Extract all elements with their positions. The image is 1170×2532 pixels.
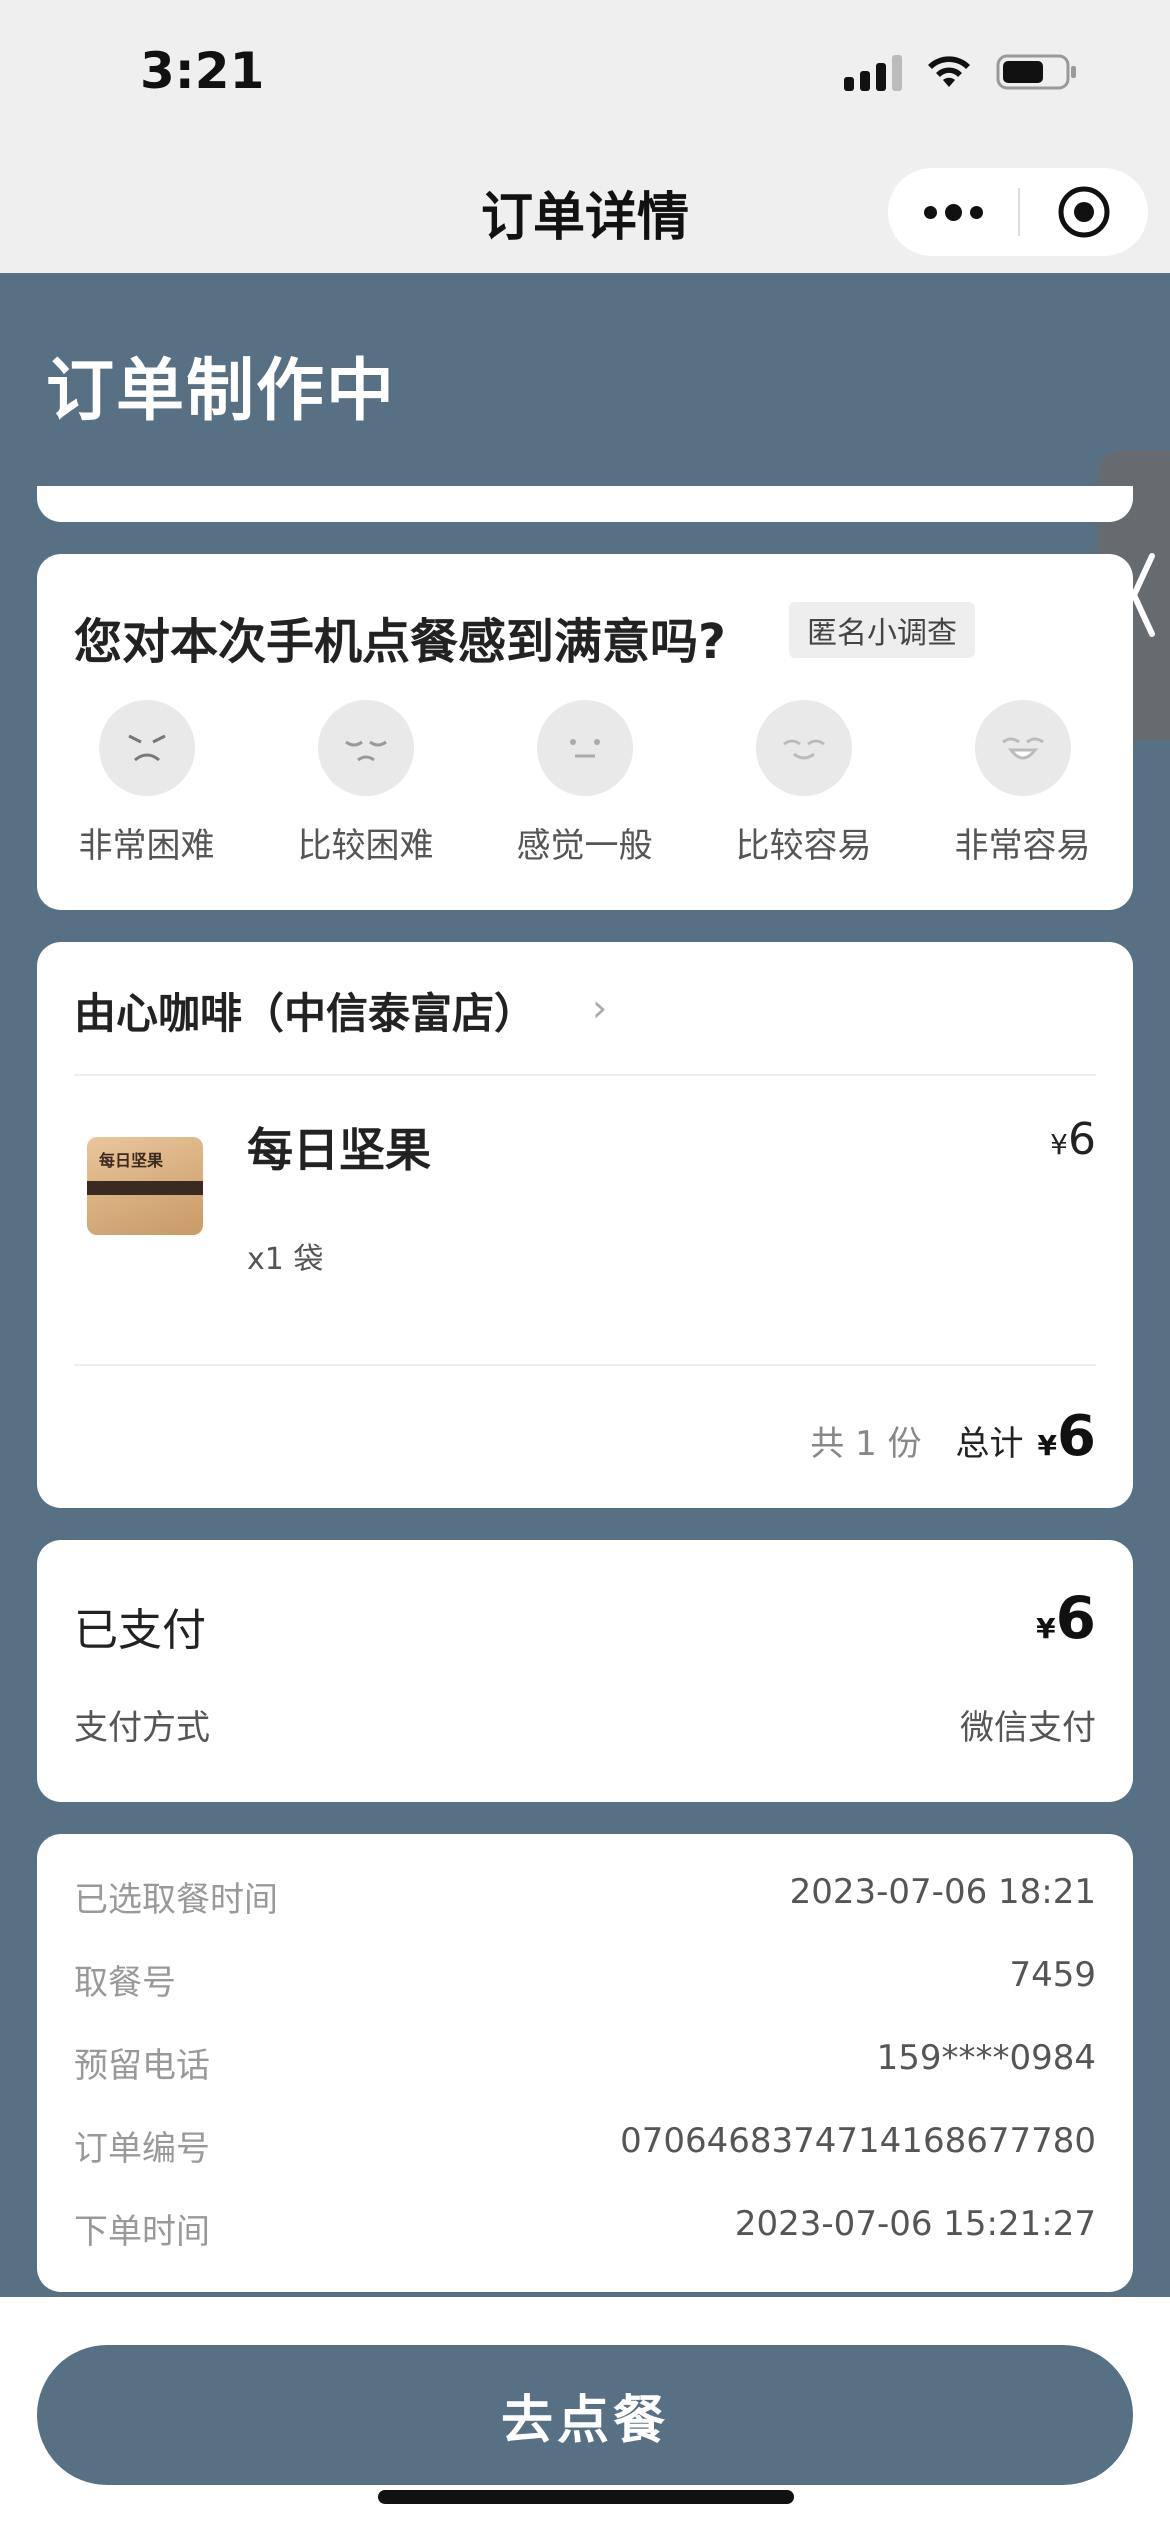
survey-card: 您对本次手机点餐感到满意吗? 匿名小调查 非常困难 比较困难 感觉一般 比较容易 (37, 554, 1133, 910)
product-quantity: x1 袋 (247, 1242, 324, 1277)
detail-label: 已选取餐时间 (74, 1880, 278, 1920)
detail-label: 取餐号 (74, 1963, 176, 2003)
smile-face-icon (755, 700, 852, 796)
detail-value: 159****0984 (876, 2038, 1096, 2078)
product-image-band (87, 1181, 203, 1195)
status-time: 3:21 (140, 42, 265, 100)
detail-value: 2023-07-06 18:21 (789, 1872, 1096, 1912)
divider (74, 1074, 1096, 1076)
survey-option-very-hard[interactable]: 非常困难 (37, 700, 256, 867)
survey-tag: 匿名小调查 (789, 602, 975, 658)
status-icons (844, 52, 1078, 92)
collapsed-card (37, 486, 1133, 522)
order-details-card: 已选取餐时间 2023-07-06 18:21 取餐号 7459 预留电话 15… (37, 1834, 1133, 2292)
wifi-icon (924, 53, 974, 91)
product-price: ¥6 (1050, 1114, 1096, 1165)
total-amount: ¥6 (1038, 1404, 1096, 1469)
more-icon[interactable] (888, 168, 1018, 256)
angry-face-icon (98, 700, 195, 796)
status-bar: 3:21 (0, 0, 1170, 150)
payment-status: 已支付 (74, 1605, 206, 1656)
order-status-title: 订单制作中 (46, 352, 397, 431)
survey-option-label: 非常容易 (954, 826, 1091, 866)
total-label: 总计 (955, 1424, 1024, 1464)
miniprogram-capsule (888, 168, 1148, 256)
currency-symbol: ¥ (1036, 1612, 1056, 1645)
detail-row-phone: 预留电话 159****0984 (74, 2038, 1096, 2087)
survey-options: 非常困难 比较困难 感觉一般 比较容易 非常容易 (37, 700, 1133, 867)
store-name[interactable]: 由心咖啡（中信泰富店） (74, 980, 536, 1041)
order-items-card: 由心咖啡（中信泰富店） › 每日坚果 每日坚果 x1 袋 ¥6 共 1 份 总计… (37, 942, 1133, 1508)
detail-label: 订单编号 (74, 2129, 210, 2169)
total-row: 共 1 份 总计 ¥6 (810, 1404, 1096, 1469)
close-miniprogram-icon[interactable] (1020, 168, 1148, 256)
payment-amount-value: 6 (1055, 1584, 1096, 1652)
product-image: 每日坚果 (87, 1137, 203, 1235)
detail-label: 下单时间 (74, 2212, 210, 2252)
survey-option-label: 比较困难 (297, 826, 434, 866)
payment-method-label: 支付方式 (74, 1708, 210, 1748)
detail-row-order-time: 下单时间 2023-07-06 15:21:27 (74, 2204, 1096, 2253)
survey-option-label: 感觉一般 (516, 826, 653, 866)
survey-question: 您对本次手机点餐感到满意吗? (74, 614, 726, 670)
detail-row-pickup-time: 已选取餐时间 2023-07-06 18:21 (74, 1872, 1096, 1921)
detail-value[interactable]: 0706468374714168677780 (620, 2121, 1096, 2170)
payment-method-value: 微信支付 (960, 1708, 1096, 1748)
survey-option-label: 非常困难 (78, 826, 215, 866)
detail-value: 7459 (1009, 1955, 1096, 1995)
survey-option-very-easy[interactable]: 非常容易 (913, 700, 1132, 867)
chevron-right-icon[interactable]: › (592, 986, 607, 1030)
survey-option-hard[interactable]: 比较困难 (256, 700, 475, 867)
product-price-value: 6 (1068, 1114, 1096, 1165)
payment-amount: ¥6 (1036, 1584, 1096, 1652)
battery-icon (996, 52, 1078, 92)
currency-symbol: ¥ (1050, 1128, 1068, 1161)
product-name: 每日坚果 (247, 1123, 431, 1177)
detail-label: 预留电话 (74, 2046, 210, 2086)
item-count: 共 1 份 (810, 1424, 922, 1464)
order-again-button[interactable]: 去点餐 (37, 2345, 1133, 2485)
neutral-face-icon (536, 700, 633, 796)
sad-face-icon (317, 700, 414, 796)
signal-icon (844, 53, 902, 91)
currency-symbol: ¥ (1037, 1429, 1058, 1462)
product-image-label: 每日坚果 (99, 1151, 164, 1170)
survey-option-neutral[interactable]: 感觉一般 (475, 700, 694, 867)
home-indicator[interactable] (378, 2490, 794, 2504)
nav-bar: 订单详情 (0, 150, 1170, 273)
detail-row-order-number: 订单编号 0706468374714168677780 (74, 2121, 1096, 2170)
detail-row-pickup-number: 取餐号 7459 (74, 1955, 1096, 2004)
payment-card: 已支付 ¥6 支付方式 微信支付 (37, 1540, 1133, 1802)
detail-value: 2023-07-06 15:21:27 (734, 2204, 1096, 2244)
total-value: 6 (1057, 1404, 1096, 1469)
laugh-face-icon (974, 700, 1071, 796)
divider (74, 1364, 1096, 1366)
survey-option-easy[interactable]: 比较容易 (694, 700, 913, 867)
survey-option-label: 比较容易 (735, 826, 872, 866)
